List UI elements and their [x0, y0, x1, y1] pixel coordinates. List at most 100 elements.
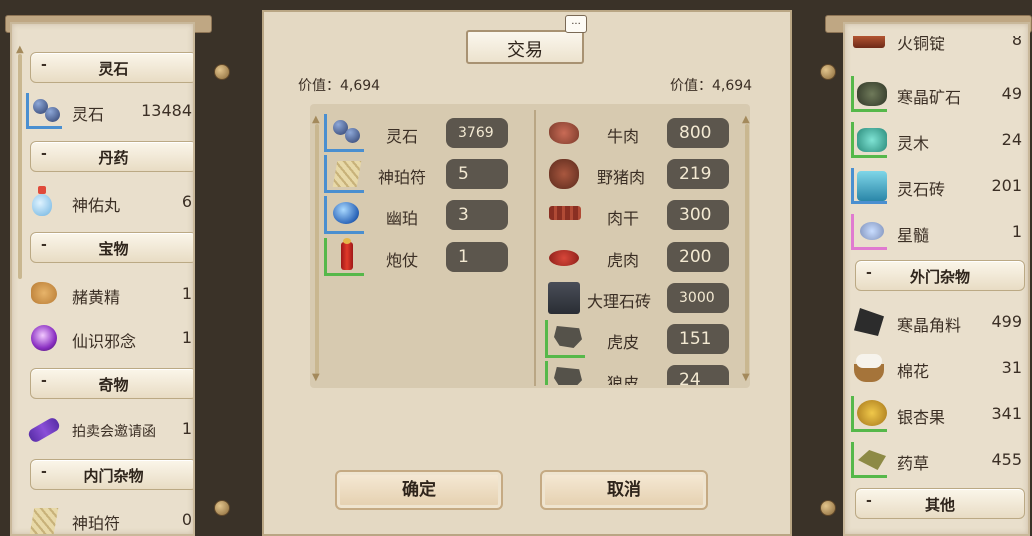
left-inventory-panel[interactable]: ▲ - 灵石 灵石 13484 - 丹药 神佑丸 6 - 宝物 赭黄精 1 仙识… — [10, 22, 195, 536]
offer-item[interactable]: 幽珀 3 — [324, 196, 514, 234]
inventory-item[interactable]: 药草 455 — [851, 440, 1026, 480]
receive-scroll-down-icon[interactable]: ▼ — [742, 372, 750, 383]
offer-scrollbar[interactable] — [315, 124, 319, 374]
potion-bottle-icon — [26, 184, 62, 220]
receive-scroll-up-icon[interactable]: ▲ — [742, 114, 750, 125]
tiger-meat-icon — [545, 238, 585, 276]
inventory-item[interactable]: 火铜锭 8 — [851, 36, 1026, 60]
section-header-pills[interactable]: - 丹药 — [30, 141, 193, 172]
purple-orb-icon — [26, 320, 62, 356]
item-count: 455 — [991, 450, 1022, 469]
confirm-button[interactable]: 确定 — [335, 470, 503, 510]
item-count: 6 — [181, 192, 192, 211]
trade-title-plaque: 交易 — [460, 28, 590, 68]
spirit-wood-icon — [851, 122, 887, 158]
left-scrollbar[interactable] — [18, 54, 22, 279]
quantity-input[interactable]: 200 — [667, 242, 729, 272]
quantity-input[interactable]: 300 — [667, 200, 729, 230]
cancel-button[interactable]: 取消 — [540, 470, 708, 510]
section-header-spirit-stone[interactable]: - 灵石 — [30, 52, 193, 83]
quantity-input[interactable]: 3769 — [446, 118, 508, 148]
firecracker-icon — [324, 238, 364, 276]
offer-item[interactable]: 灵石 3769 — [324, 114, 514, 152]
inventory-item[interactable]: 神佑丸 6 — [26, 182, 193, 222]
talisman-icon — [324, 155, 364, 193]
receive-item[interactable]: 牛肉 800 — [545, 114, 735, 152]
offer-item[interactable]: 炮仗 1 — [324, 238, 514, 276]
right-inventory-panel[interactable]: 火铜锭 8 寒晶矿石 49 灵木 24 灵石砖 201 星髓 1 - 外门杂物 — [843, 22, 1030, 536]
inventory-item[interactable]: 寒晶角料 499 — [851, 302, 1026, 342]
ginkgo-nut-icon — [851, 396, 887, 432]
inventory-item[interactable]: 银杏果 341 — [851, 394, 1026, 434]
section-header-inner-sundries[interactable]: - 内门杂物 — [30, 459, 193, 490]
inventory-item[interactable]: 星髓 1 — [851, 212, 1026, 252]
quantity-input[interactable]: 5 — [446, 159, 508, 189]
inventory-item[interactable]: 灵石 13484 — [26, 91, 193, 131]
chat-bubble-icon[interactable]: ... — [565, 15, 587, 33]
item-name: 神珀符 — [378, 168, 427, 187]
quantity-input[interactable]: 3000 — [667, 283, 729, 313]
rod-knob-icon — [820, 64, 836, 80]
section-header-outer-sundries[interactable]: - 外门杂物 — [855, 260, 1025, 291]
inventory-item[interactable]: 棉花 31 — [851, 348, 1026, 388]
inventory-item[interactable]: 寒晶矿石 49 — [851, 74, 1026, 114]
wolf-pelt-icon — [545, 361, 585, 385]
inventory-item[interactable]: 拍卖会邀请函 1 — [26, 409, 193, 449]
item-count: 24 — [1001, 130, 1022, 149]
section-header-treasures[interactable]: - 宝物 — [30, 232, 193, 263]
item-name: 灵石 — [72, 105, 105, 124]
quantity-input[interactable]: 3 — [446, 200, 508, 230]
ginseng-root-icon — [26, 276, 62, 312]
item-count: 1 — [181, 328, 192, 347]
talisman-icon — [26, 502, 62, 534]
section-header-curios[interactable]: - 奇物 — [30, 368, 193, 399]
item-count: 1 — [181, 284, 192, 303]
receive-value-label: 价值：4,694 — [670, 78, 753, 94]
item-count: 31 — [1001, 358, 1022, 377]
boar-meat-icon — [545, 155, 585, 193]
quantity-input[interactable]: 24 — [667, 365, 729, 385]
item-name: 灵石砖 — [897, 180, 946, 199]
tiger-pelt-icon — [545, 320, 585, 358]
invitation-scroll-icon — [26, 411, 62, 447]
stone-brick-icon — [851, 168, 887, 204]
section-header-other[interactable]: - 其他 — [855, 488, 1025, 519]
ore-icon — [851, 76, 887, 112]
item-name: 药草 — [897, 454, 930, 473]
offer-value-label: 价值：4,694 — [298, 78, 381, 94]
inventory-item[interactable]: 赭黄精 1 — [26, 274, 193, 314]
quantity-input[interactable]: 219 — [667, 159, 729, 189]
inventory-item[interactable]: 灵木 24 — [851, 120, 1026, 160]
section-title: 奇物 — [98, 376, 129, 394]
receive-scrollbar[interactable] — [745, 124, 749, 374]
quantity-input[interactable]: 151 — [667, 324, 729, 354]
quantity-input[interactable]: 1 — [446, 242, 508, 272]
left-scroll-up-icon[interactable]: ▲ — [16, 44, 24, 55]
inventory-item[interactable]: 灵石砖 201 — [851, 166, 1026, 206]
offer-scroll-up-icon[interactable]: ▲ — [312, 114, 320, 125]
offer-scroll-down-icon[interactable]: ▼ — [312, 372, 320, 383]
item-name: 神佑丸 — [72, 196, 121, 215]
section-title: 丹药 — [98, 149, 129, 167]
rod-knob-icon — [214, 500, 230, 516]
inventory-item[interactable]: 仙识邪念 1 — [26, 318, 193, 358]
item-count: 49 — [1001, 84, 1022, 103]
trade-divider — [534, 110, 536, 386]
item-count: 499 — [991, 312, 1022, 331]
item-name: 灵石 — [386, 127, 419, 146]
receive-item[interactable]: 野猪肉 219 — [545, 155, 735, 193]
receive-item[interactable]: 肉干 300 — [545, 196, 735, 234]
rod-knob-icon — [214, 64, 230, 80]
receive-item[interactable]: 虎肉 200 — [545, 238, 735, 276]
inventory-item[interactable]: 神珀符 0 — [26, 500, 193, 534]
item-name: 仙识邪念 — [72, 332, 137, 351]
offer-item[interactable]: 神珀符 5 — [324, 155, 514, 193]
quantity-input[interactable]: 800 — [667, 118, 729, 148]
receive-item[interactable]: 大理石砖 3000 — [545, 279, 735, 317]
item-name: 星髓 — [897, 226, 930, 245]
section-title: 外门杂物 — [909, 268, 970, 286]
receive-item[interactable]: 狼皮 24 — [545, 361, 735, 385]
item-count: 13484 — [141, 101, 192, 120]
receive-item[interactable]: 虎皮 151 — [545, 320, 735, 358]
item-name: 野猪肉 — [597, 168, 646, 187]
